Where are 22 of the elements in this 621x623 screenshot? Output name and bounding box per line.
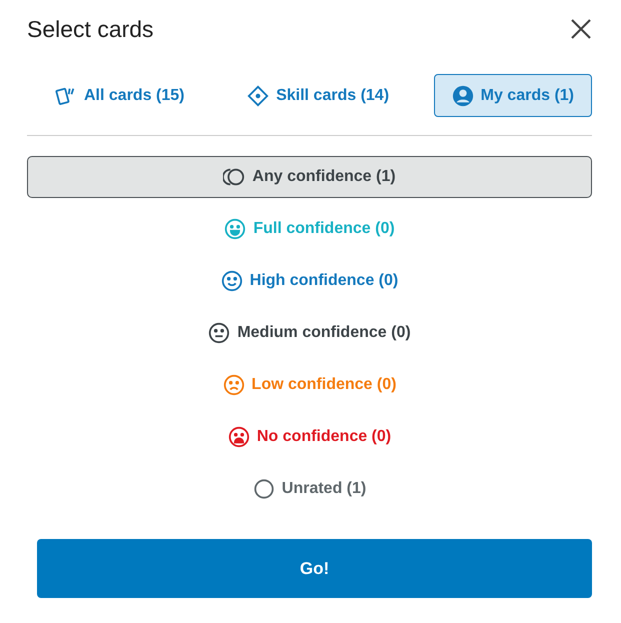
frown-icon [222, 374, 245, 396]
confidence-option[interactable]: Any confidence (1) [27, 156, 592, 198]
neutral-face-icon [208, 322, 230, 344]
smile-icon [220, 270, 243, 292]
tab[interactable]: Skill cards (14) [229, 74, 408, 117]
diamond-icon [247, 84, 270, 106]
confidence-option[interactable]: Low confidence (0) [27, 364, 592, 406]
confidence-option[interactable]: Medium confidence (0) [27, 312, 592, 354]
rings-icon [223, 166, 246, 188]
grin-icon [224, 218, 246, 240]
tab[interactable]: All cards (15) [37, 74, 202, 117]
circle-icon [252, 478, 275, 500]
confidence-option[interactable]: Full confidence (0) [27, 208, 592, 250]
confidence-option[interactable]: Unrated (1) [27, 468, 592, 510]
sad-face-icon [228, 426, 250, 448]
tab[interactable]: My cards (1) [434, 74, 592, 117]
confidence-option[interactable]: No confidence (0) [27, 416, 592, 458]
go-button[interactable]: Go! [37, 539, 592, 598]
dialog-title: Select cards [27, 16, 154, 42]
user-icon [452, 84, 474, 106]
close-button[interactable] [570, 18, 592, 40]
confidence-option[interactable]: High confidence (0) [27, 260, 592, 302]
